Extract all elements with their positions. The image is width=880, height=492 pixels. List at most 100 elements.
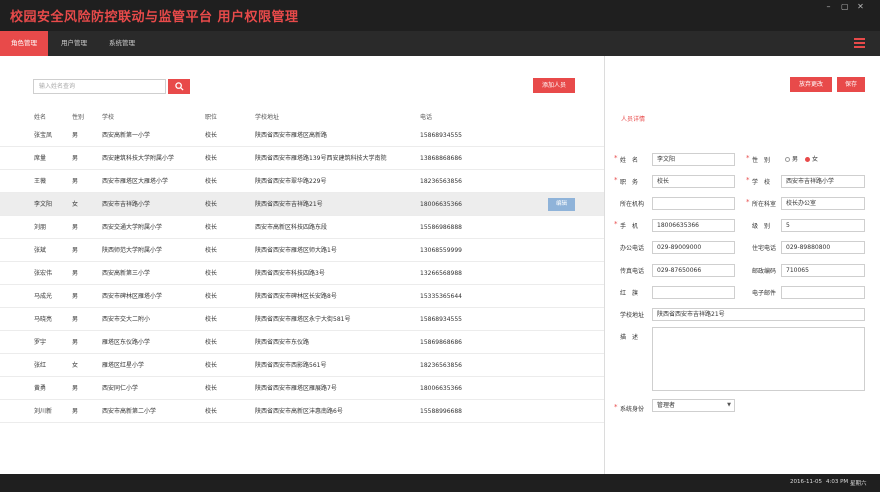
description-textarea[interactable]: [652, 327, 865, 391]
tab-user-management[interactable]: 用户管理: [50, 31, 98, 56]
column-header-gender[interactable]: 性别: [72, 112, 84, 121]
cell-address: 陕西省西安市吉祥路21号: [255, 201, 323, 208]
cell-gender: 男: [72, 293, 79, 300]
tab-role-management[interactable]: 角色管理: [0, 31, 48, 56]
hamburger-menu-icon[interactable]: [854, 38, 865, 48]
postcode-field[interactable]: 710065: [781, 264, 865, 277]
cell-address: 陕西省西安市科技四路3号: [255, 270, 325, 277]
fax-field[interactable]: 029-87650066: [652, 264, 735, 277]
cell-name: 刘川新: [34, 408, 53, 415]
cell-phone: 15335365644: [420, 293, 462, 300]
close-icon[interactable]: ✕: [857, 3, 864, 11]
table-row[interactable]: 黄勇 男 西安同仁小学 校长 陕西省西安市雁塔区雁展路7号 18006635366: [0, 377, 604, 400]
cell-name: 刘朋: [34, 224, 47, 231]
table-row[interactable]: 刘朋 男 西安交通大学附属小学 校长 西安市高新区科技四路东段 15586986888: [0, 216, 604, 239]
gender-radio-female[interactable]: 女: [805, 154, 818, 163]
add-person-button[interactable]: 添加人员: [533, 78, 575, 93]
table-row[interactable]: 张宏伟 男 西安高新第三小学 校长 陕西省西安市科技四路3号 13266568988: [0, 262, 604, 285]
cell-address: 陕西省西安市雁塔路139号西安建筑科技大学南院: [255, 155, 387, 162]
required-mark-icon: *: [614, 176, 618, 184]
gender-label: 性 别: [752, 157, 771, 164]
table-row[interactable]: 席量 男 西安建筑科技大学附属小学 校长 陕西省西安市雁塔路139号西安建筑科技大学南院…: [0, 147, 604, 170]
cell-gender: 男: [72, 385, 79, 392]
table-row[interactable]: 刘川新 男 西安市高新第二小学 校长 陕西省西安市高新区沣惠南路6号 1558899668…: [0, 400, 604, 423]
table-row[interactable]: 罗宇 男 雁塔区东仪路小学 校长 陕西省西安市东仪路 15869868686: [0, 331, 604, 354]
cell-school: 西安同仁小学: [102, 385, 139, 392]
user-list-panel: 添加人员 姓名 性别 学校 职位 学校地址 电话 张宝凤男西安高新第一小学校长陕…: [0, 56, 604, 474]
office-phone-field[interactable]: 029-89009000: [652, 241, 735, 254]
status-weekday: 星期六: [850, 481, 867, 487]
mobile-label: 手 机: [620, 223, 639, 230]
cell-position: 校长: [205, 270, 218, 277]
table-row[interactable]: 马成光 男 西安市碑林区雁塔小学 校长 陕西省西安市碑林区长安路8号 1533536564…: [0, 285, 604, 308]
home-phone-field[interactable]: 029-89880800: [781, 241, 865, 254]
fax-label: 传真电话: [620, 268, 645, 275]
search-button[interactable]: [168, 79, 190, 94]
status-time: 4:03 PM: [826, 479, 849, 485]
tab-bar: 角色管理 用户管理 系统管理: [0, 31, 880, 56]
org-field[interactable]: [652, 197, 735, 210]
name-field[interactable]: 李文阳: [652, 153, 735, 166]
cell-name: 罗宇: [34, 339, 47, 346]
cell-gender: 男: [72, 270, 79, 277]
cell-phone: 18006635366: [420, 385, 462, 392]
cell-phone: 15869868686: [420, 339, 462, 346]
cell-phone: 15588996688: [420, 408, 462, 415]
cell-school: 西安市雁塔区大雁塔小学: [102, 178, 169, 185]
home-phone-label: 住宅电话: [752, 245, 777, 252]
table-row[interactable]: 张斌 男 陕西师范大学附属小学 校长 陕西省西安市雁塔区师大路1号 13068559999: [0, 239, 604, 262]
app-title: 校园安全风险防控联动与监管平台 用户权限管理: [10, 10, 299, 25]
maximize-icon[interactable]: ▢: [841, 3, 849, 11]
column-header-name[interactable]: 姓名: [34, 112, 46, 121]
table-row[interactable]: 张红 女 雁塔区红星小学 校长 陕西省西安市西影路561号 18236563856: [0, 354, 604, 377]
cell-position: 校长: [205, 293, 218, 300]
gender-radio-male[interactable]: 男: [785, 154, 798, 163]
title-bar: 校园安全风险防控联动与监管平台 用户权限管理 – ▢ ✕: [0, 0, 880, 31]
identity-label: 系统身份: [620, 406, 645, 413]
school-field[interactable]: 西安市吉祥路小学: [781, 175, 865, 188]
cell-school: 西安高新第三小学: [102, 270, 151, 277]
cell-school: 雁塔区红星小学: [102, 362, 145, 369]
cell-address: 陕西省西安市雁塔区高新路: [255, 132, 328, 139]
mobile-field[interactable]: 18006635366: [652, 219, 735, 232]
tab-system-management[interactable]: 系统管理: [98, 31, 146, 56]
discard-changes-button[interactable]: 放弃更改: [790, 77, 832, 92]
cell-name: 张宝凤: [34, 132, 53, 139]
table-row[interactable]: 马晓亮 男 西安市交大二附小 校长 陕西省西安市雁塔区永宁大街581号 158689345…: [0, 308, 604, 331]
cell-gender: 男: [72, 339, 79, 346]
cell-name: 张红: [34, 362, 47, 369]
cell-gender: 男: [72, 316, 79, 323]
rank-field[interactable]: 5: [781, 219, 865, 232]
identity-select[interactable]: 管理者 ▼: [652, 399, 735, 412]
department-field[interactable]: 校长办公室: [781, 197, 865, 210]
required-mark-icon: *: [614, 154, 618, 162]
cell-phone: 13868868686: [420, 155, 462, 162]
cell-position: 校长: [205, 385, 218, 392]
red-flag-field[interactable]: [652, 286, 735, 299]
cell-position: 校长: [205, 408, 218, 415]
radio-icon: [785, 157, 790, 162]
cell-gender: 男: [72, 408, 79, 415]
cell-name: 张斌: [34, 247, 47, 254]
table-row[interactable]: 王薇 男 西安市雁塔区大雁塔小学 校长 陕西省西安市翠华路229号 18236563856: [0, 170, 604, 193]
column-header-address[interactable]: 学校地址: [255, 112, 279, 121]
minimize-icon[interactable]: –: [825, 3, 832, 11]
search-input[interactable]: [33, 79, 166, 94]
table-row[interactable]: 张宝凤 男 西安高新第一小学 校长 陕西省西安市雁塔区高新路 15868934555: [0, 124, 604, 147]
column-header-position[interactable]: 职位: [205, 112, 217, 121]
email-field[interactable]: [781, 286, 865, 299]
cell-name: 黄勇: [34, 385, 47, 392]
column-header-phone[interactable]: 电话: [420, 112, 432, 121]
save-button[interactable]: 保存: [837, 77, 865, 92]
required-mark-icon: *: [614, 220, 618, 228]
edit-button[interactable]: 编辑: [548, 198, 575, 211]
status-date: 2016-11-05: [790, 479, 822, 485]
address-field[interactable]: 陕西省西安市吉祥路21号: [652, 308, 865, 321]
cell-name: 李文阳: [34, 201, 53, 208]
column-header-school[interactable]: 学校: [102, 112, 114, 121]
table-row[interactable]: 李文阳 女 西安市吉祥路小学 校长 陕西省西安市吉祥路21号 18006635366 编辑: [0, 193, 604, 216]
cell-address: 陕西省西安市碑林区长安路8号: [255, 293, 337, 300]
name-label: 姓 名: [620, 157, 639, 164]
chevron-down-icon: ▼: [727, 402, 731, 408]
position-field[interactable]: 校长: [652, 175, 735, 188]
